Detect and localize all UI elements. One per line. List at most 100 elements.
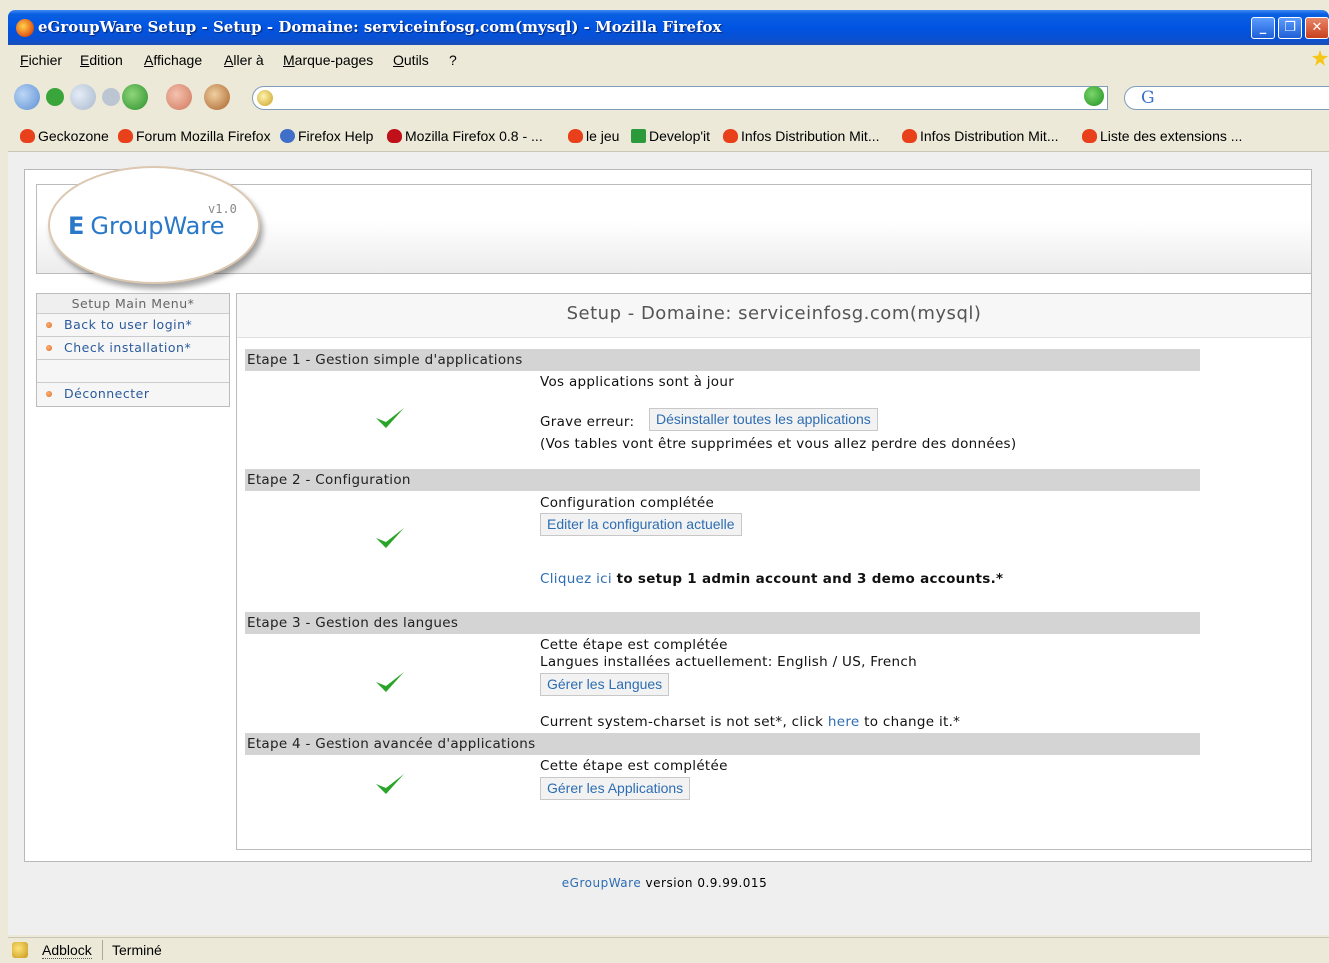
window-titlebar: eGroupWare Setup - Setup - Domaine: serv…: [8, 10, 1329, 45]
egroupware-logo: v1.0 E GroupWare: [48, 166, 260, 284]
back-icon[interactable]: [14, 84, 40, 110]
sidebar-item-label: Déconnecter: [64, 386, 150, 401]
sidebar-item-check-installation[interactable]: Check installation*: [37, 337, 229, 360]
page-title: Setup - Domaine: serviceinfosg.com(mysql…: [237, 294, 1311, 338]
step1-status: Vos applications sont à jour: [540, 374, 735, 390]
reload-icon[interactable]: [122, 84, 148, 110]
bookmark-firefox-help[interactable]: Firefox Help: [280, 128, 373, 144]
bookmark-infos-distribution-1[interactable]: Infos Distribution Mit...: [723, 128, 880, 144]
bookmark-icon: [1082, 129, 1097, 143]
bookmark-icon: [902, 129, 917, 143]
bookmark-label: Infos Distribution Mit...: [920, 128, 1059, 144]
firefox-icon: [16, 19, 34, 37]
checkmark-icon: [376, 774, 404, 794]
menu-fichier[interactable]: Fichier: [20, 52, 62, 68]
sidebar-item-logout[interactable]: Déconnecter: [37, 383, 229, 406]
edit-configuration-button[interactable]: Editer la configuration actuelle: [540, 513, 742, 536]
bookmark-label: Mozilla Firefox 0.8 - ...: [405, 128, 543, 144]
menu-affichage[interactable]: Affichage: [144, 52, 202, 68]
page-footer: eGroupWare version 0.9.99.015: [0, 876, 1329, 890]
bookmark-label: Geckozone: [38, 128, 109, 144]
bullet-icon: [46, 345, 52, 351]
bookmark-infos-distribution-2[interactable]: Infos Distribution Mit...: [902, 128, 1059, 144]
stop-icon[interactable]: [166, 84, 192, 110]
bullet-icon: [46, 391, 52, 397]
bookmark-forum-mozilla[interactable]: Forum Mozilla Firefox: [118, 128, 271, 144]
sidebar-header: Setup Main Menu*: [37, 294, 229, 314]
bookmark-label: Firefox Help: [298, 128, 374, 144]
checkmark-icon: [376, 408, 404, 428]
google-search-icon[interactable]: G: [1141, 88, 1155, 108]
menu-outils[interactable]: Outils: [393, 52, 429, 68]
restore-button[interactable]: ❐: [1278, 17, 1302, 39]
bookmark-label: Forum Mozilla Firefox: [136, 128, 271, 144]
bookmark-label: Infos Distribution Mit...: [741, 128, 880, 144]
close-button[interactable]: ✕: [1305, 17, 1329, 39]
setup-main-panel: Setup - Domaine: serviceinfosg.com(mysql…: [236, 293, 1312, 850]
uninstall-all-button[interactable]: Désinstaller toutes les applications: [649, 408, 878, 431]
version-text: version 0.9.99.015: [645, 876, 768, 890]
step2-header: Etape 2 - Configuration: [245, 469, 1200, 491]
click-here-link[interactable]: Cliquez ici: [540, 571, 612, 587]
home-icon[interactable]: [204, 84, 230, 110]
step1-warning: (Vos tables vont être supprimées et vous…: [540, 436, 1017, 452]
bookmark-developit[interactable]: Develop'it: [631, 128, 710, 144]
menu-edition[interactable]: Edition: [80, 52, 123, 68]
mozilla-icon: [387, 129, 402, 143]
menu-help[interactable]: ?: [449, 52, 457, 68]
checkmark-icon: [376, 528, 404, 548]
go-icon[interactable]: [1084, 86, 1104, 106]
step3-installed-languages: Langues installées actuellement: English…: [540, 654, 917, 670]
back-dropdown-icon[interactable]: [46, 88, 64, 106]
charset-here-link[interactable]: here: [828, 714, 860, 730]
sidebar-item-label: Check installation*: [64, 340, 192, 355]
bookmark-mozilla-firefox[interactable]: Mozilla Firefox 0.8 - ...: [387, 128, 543, 144]
adblock-button[interactable]: Adblock: [42, 942, 92, 959]
url-bar[interactable]: [252, 86, 1108, 110]
bookmark-le-jeu[interactable]: le jeu: [568, 128, 619, 144]
forward-icon[interactable]: [70, 84, 96, 110]
step1-header: Etape 1 - Gestion simple d'applications: [245, 349, 1200, 371]
status-divider: [102, 940, 103, 960]
charset-text-end: to change it.*: [864, 714, 961, 730]
sidebar-item-label: Back to user login*: [64, 317, 193, 332]
bookmark-liste-extensions[interactable]: Liste des extensions ...: [1082, 128, 1242, 144]
status-text: Terminé: [112, 942, 162, 958]
bookmark-icon: [568, 129, 583, 143]
page-favicon-icon: [257, 90, 273, 106]
bookmark-geckozone[interactable]: Geckozone: [20, 128, 109, 144]
menu-marque-pages[interactable]: Marque-pages: [283, 52, 373, 68]
bookmark-label: Liste des extensions ...: [1100, 128, 1243, 144]
developit-icon: [631, 129, 646, 143]
step3-charset: Current system-charset is not set*, clic…: [540, 714, 960, 730]
manage-languages-button[interactable]: Gérer les Langues: [540, 673, 670, 696]
step4-header: Etape 4 - Gestion avancée d'applications: [245, 733, 1200, 755]
star-icon[interactable]: [1312, 50, 1328, 66]
sidebar-item-back-to-login[interactable]: Back to user login*: [37, 314, 229, 337]
search-input[interactable]: G: [1124, 86, 1329, 110]
logo-text: E GroupWare: [68, 212, 225, 240]
step3-status: Cette étape est complétée: [540, 637, 728, 653]
security-icon: [12, 942, 28, 958]
minimize-button[interactable]: _: [1251, 17, 1275, 39]
manage-applications-button[interactable]: Gérer les Applications: [540, 777, 691, 800]
setup-sidebar: Setup Main Menu* Back to user login* Che…: [36, 293, 230, 407]
bookmark-icon: [723, 129, 738, 143]
logo-name: GroupWare: [90, 212, 225, 240]
charset-text: Current system-charset is not set*, clic…: [540, 714, 824, 730]
menu-bar: Fichier Edition Affichage Aller à Marque…: [8, 46, 1329, 74]
step1-error-label: Grave erreur:: [540, 414, 635, 430]
bookmark-label: le jeu: [586, 128, 620, 144]
sidebar-spacer: [37, 360, 229, 383]
navigation-toolbar: G: [8, 76, 1329, 120]
status-bar: Adblock Terminé: [8, 937, 1329, 963]
admin-setup-text: to setup 1 admin account and 3 demo acco…: [616, 571, 1004, 587]
egroupware-link[interactable]: eGroupWare: [562, 876, 641, 890]
checkmark-icon: [376, 672, 404, 692]
bookmark-icon: [20, 129, 35, 143]
step3-header: Etape 3 - Gestion des langues: [245, 612, 1200, 634]
menu-aller[interactable]: Aller à: [224, 52, 264, 68]
bookmark-icon: [118, 129, 133, 143]
step2-status: Configuration complétée: [540, 495, 715, 511]
forward-dropdown-icon[interactable]: [102, 88, 120, 106]
